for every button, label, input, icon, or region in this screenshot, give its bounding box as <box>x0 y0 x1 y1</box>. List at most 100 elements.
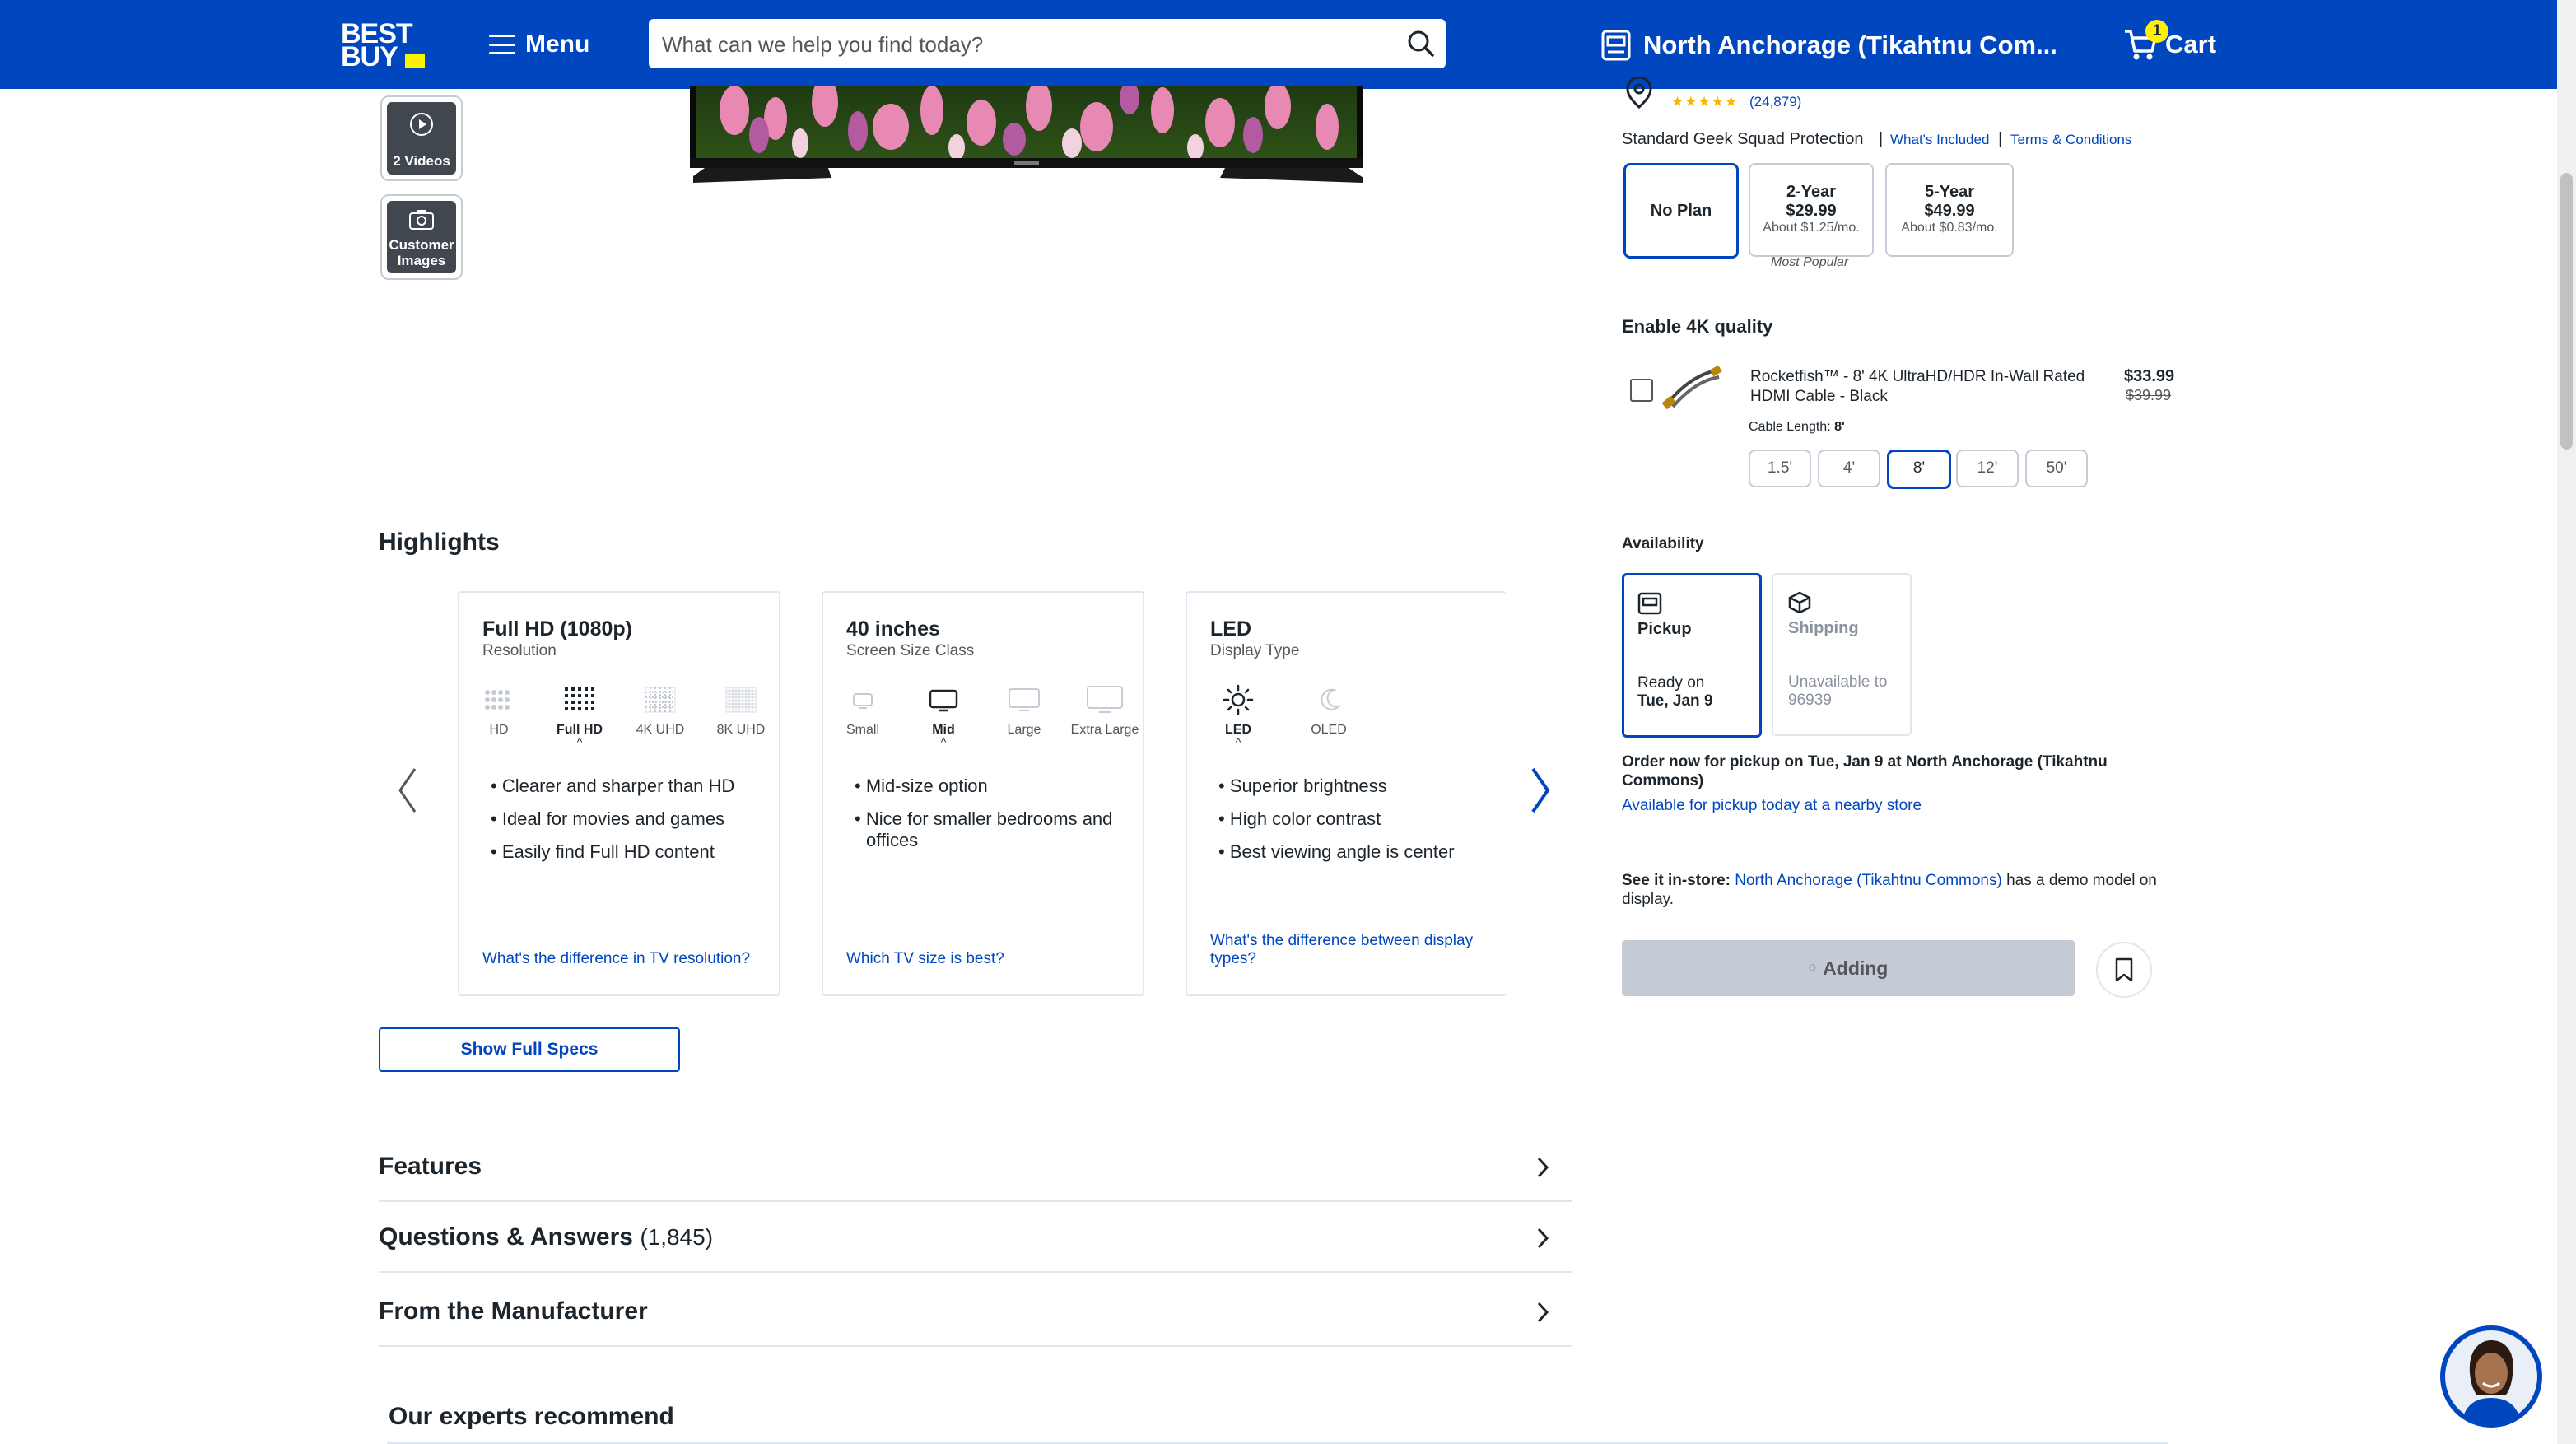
qa-label: Questions & Answers <box>379 1223 633 1251</box>
option-small[interactable]: Small <box>823 682 902 738</box>
option-label: Large <box>1007 723 1041 737</box>
demo-store-link[interactable]: North Anchorage (Tikahtnu Commons) <box>1735 872 2002 889</box>
moon-icon <box>1321 688 1342 710</box>
terms-link[interactable]: Terms & Conditions <box>2010 132 2131 148</box>
review-count-link[interactable]: (24,879) <box>1749 94 1801 110</box>
plan-monthly: About $0.83/mo. <box>1901 221 1998 235</box>
length-option-1-5[interactable]: 1.5' <box>1749 450 1811 487</box>
resolution-difference-link[interactable]: What's the difference in TV resolution? <box>482 950 750 968</box>
chevron-right-icon <box>1537 1302 1549 1323</box>
videos-thumbnail[interactable]: 2 Videos <box>380 95 463 181</box>
nearby-store-link[interactable]: Available for pickup today at a nearby s… <box>1622 797 1922 815</box>
most-popular-label: Most Popular <box>1771 255 1849 269</box>
option-full-hd[interactable]: Full HD ^ <box>540 682 619 748</box>
bestbuy-logo[interactable]: BEST BUY <box>338 18 425 72</box>
option-8k-uhd[interactable]: 8K UHD <box>701 682 779 738</box>
option-hd[interactable]: HD <box>459 682 538 738</box>
chevron-right-icon <box>1537 1227 1549 1249</box>
features-title: Features <box>379 1153 482 1180</box>
availability-heading: Availability <box>1622 535 1704 552</box>
camera-icon <box>409 210 434 230</box>
length-option-50[interactable]: 50' <box>2025 450 2088 487</box>
4k-grid-icon <box>645 687 676 713</box>
add-to-cart-label: Adding <box>1823 957 1889 979</box>
addon-name[interactable]: Rocketfish™ - 8' 4K UltraHD/HDR In-Wall … <box>1750 367 2104 407</box>
product-image[interactable] <box>685 86 1368 209</box>
chat-assistant-button[interactable] <box>2440 1325 2542 1428</box>
highlight-bullets: • Superior brightness • High color contr… <box>1218 776 1498 874</box>
chevron-right-icon <box>1537 1157 1549 1178</box>
bullet-item: • High color contrast <box>1218 808 1381 829</box>
display-type-link[interactable]: What's the difference between display ty… <box>1210 932 1507 968</box>
hd-grid-icon <box>485 690 510 710</box>
cart-button[interactable]: 1 Cart <box>2122 20 2217 66</box>
hamburger-icon <box>489 35 515 54</box>
addon-heading: Enable 4K quality <box>1622 316 1773 337</box>
scrollbar-thumb[interactable] <box>2560 173 2573 450</box>
bullet-item: • Nice for smaller bedrooms and offices <box>855 808 1113 850</box>
selected-caret-icon: ^ <box>940 735 947 748</box>
option-mid[interactable]: Mid ^ <box>904 682 983 748</box>
pickup-option[interactable]: Pickup Ready on Tue, Jan 9 <box>1622 573 1762 738</box>
location-badge-icon <box>1626 77 1652 109</box>
option-label: 4K UHD <box>636 723 685 737</box>
shipping-zip: 96939 <box>1788 692 1832 709</box>
option-extra-large[interactable]: Extra Large <box>1065 682 1143 738</box>
chat-avatar-icon <box>2445 1330 2537 1426</box>
plan-option-none[interactable]: No Plan <box>1623 163 1739 259</box>
search-icon[interactable] <box>1404 27 1437 60</box>
questions-answers-section[interactable]: Questions & Answers (1,845) <box>379 1202 1572 1273</box>
highlight-card-resolution: Full HD (1080p) Resolution HD Full HD ^ … <box>458 591 780 996</box>
logo-text-buy: BUY <box>341 41 398 72</box>
pickup-label: Pickup <box>1637 620 1692 638</box>
customer-images-thumbnail-bg: Customer Images <box>387 201 456 273</box>
cart-label: Cart <box>2165 30 2217 58</box>
option-label: OLED <box>1311 723 1347 737</box>
shipping-option[interactable]: Shipping Unavailable to 96939 <box>1772 573 1912 736</box>
option-large[interactable]: Large <box>985 682 1064 738</box>
plan-option-2-year[interactable]: 2-Year $29.99 About $1.25/mo. <box>1749 163 1874 257</box>
search-box <box>649 19 1446 68</box>
addon-checkbox[interactable] <box>1630 379 1653 402</box>
customer-images-thumbnail[interactable]: Customer Images <box>380 194 463 280</box>
logo-tag-icon <box>405 54 425 68</box>
store-selector[interactable]: North Anchorage (Tikahtnu Com... <box>1600 26 2057 64</box>
pickup-line1: Ready on <box>1637 674 1705 692</box>
see-in-store-label: See it in-store: <box>1622 872 1731 889</box>
whats-included-link[interactable]: What's Included <box>1890 132 1989 148</box>
option-oled[interactable]: OLED <box>1289 682 1368 738</box>
experts-recommend-heading: Our experts recommend <box>389 1403 674 1430</box>
highlight-subtitle: Display Type <box>1210 642 1300 659</box>
highlight-subtitle: Screen Size Class <box>846 642 975 659</box>
show-full-specs-button[interactable]: Show Full Specs <box>379 1027 680 1072</box>
plan-label: No Plan <box>1650 202 1712 220</box>
carousel-next-icon[interactable] <box>1528 766 1553 815</box>
cable-length-label: Cable Length: <box>1749 420 1831 434</box>
add-to-cart-button[interactable]: ◌ Adding <box>1622 940 2075 996</box>
highlight-title: 40 inches <box>846 617 940 640</box>
plan-price: $29.99 <box>1786 202 1837 220</box>
option-led[interactable]: LED ^ <box>1199 682 1278 748</box>
cart-count-badge: 1 <box>2145 20 2168 43</box>
from-manufacturer-section[interactable]: From the Manufacturer <box>379 1276 1572 1347</box>
tv-size-link[interactable]: Which TV size is best? <box>846 950 1004 968</box>
bullet-item: • Superior brightness <box>1218 776 1387 796</box>
extra-large-tv-icon <box>1087 686 1123 713</box>
highlight-bullets: • Clearer and sharper than HD • Ideal fo… <box>491 776 771 874</box>
features-section[interactable]: Features <box>379 1131 1572 1202</box>
highlight-bullets: • Mid-size option • Nice for smaller bed… <box>855 776 1118 863</box>
search-input[interactable] <box>660 26 1388 63</box>
length-option-4[interactable]: 4' <box>1818 450 1880 487</box>
length-option-12[interactable]: 12' <box>1956 450 2019 487</box>
qa-count: (1,845) <box>640 1224 714 1250</box>
spinner-icon: ◌ <box>1808 961 1817 975</box>
carousel-prev-icon[interactable] <box>395 766 420 815</box>
full-hd-grid-icon <box>565 687 594 710</box>
length-option-8[interactable]: 8' <box>1887 450 1951 489</box>
menu-button[interactable]: Menu <box>489 26 589 63</box>
play-icon <box>410 113 433 136</box>
save-button[interactable] <box>2096 942 2152 998</box>
option-4k-uhd[interactable]: 4K UHD <box>621 682 700 738</box>
plan-option-5-year[interactable]: 5-Year $49.99 About $0.83/mo. <box>1885 163 2014 257</box>
videos-label: 2 Videos <box>393 153 450 169</box>
